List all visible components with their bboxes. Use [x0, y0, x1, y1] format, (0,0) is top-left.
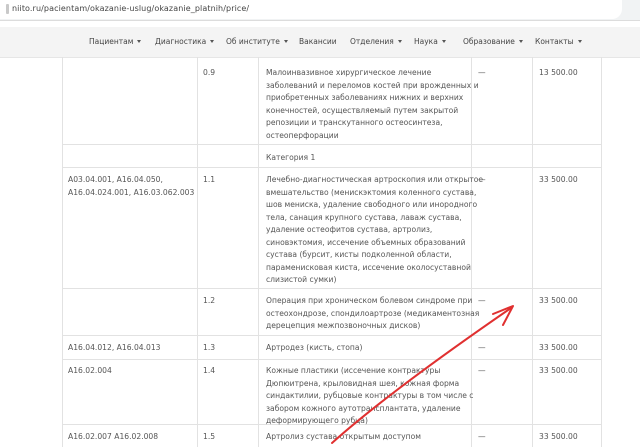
arrow-shaft — [331, 307, 512, 444]
red-arrow-annotation — [331, 305, 514, 444]
